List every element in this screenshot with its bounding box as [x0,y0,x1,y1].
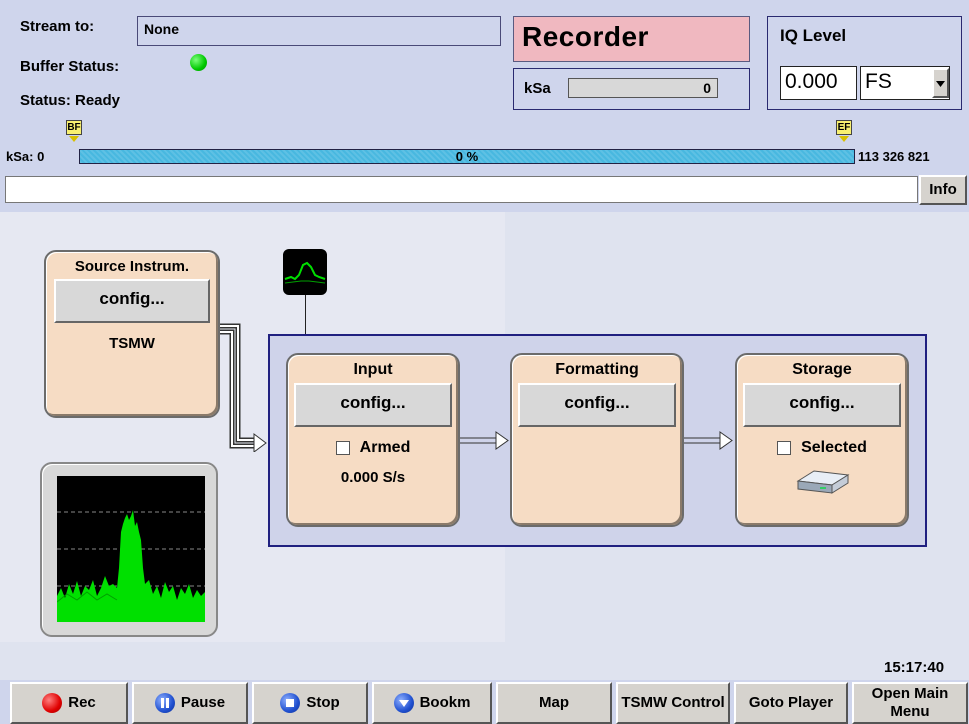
buffer-progress-bar: 0 % [79,149,855,164]
recorder-title: Recorder [513,16,750,62]
info-field[interactable] [5,176,918,203]
status-text: Status: Ready [20,92,121,109]
spectrum-display [56,476,205,622]
mini-monitor-connector [305,295,306,335]
storage-config-button[interactable]: config... [743,383,901,427]
pause-label: Pause [180,694,226,711]
rec-label: Rec [68,694,96,711]
map-button[interactable]: Map [496,682,612,724]
armed-checkbox[interactable] [335,441,350,455]
clock: 15:17:40 [884,659,945,676]
bookm-label: Bookm [419,694,471,711]
selected-checkbox[interactable] [777,441,792,455]
info-button[interactable]: Info [919,175,967,205]
progress-end-label: 113 326 821 [858,149,930,164]
end-marker-pointer-icon [839,136,849,142]
stream-to-label: Stream to: [20,18,95,35]
stream-to-field[interactable]: None [137,16,501,46]
pause-icon [154,693,175,713]
hard-drive-icon [737,467,907,495]
rec-button[interactable]: Rec [10,682,128,724]
formatting-title: Formatting [555,361,639,378]
iq-level-label: IQ Level [780,26,847,45]
stop-icon [280,693,301,713]
formatting-to-storage-arrow-icon [684,431,733,450]
bookmark-button[interactable]: Bookm [372,682,492,724]
iq-level-input[interactable]: 0.000 [780,66,857,100]
storage-block: Storage config... Selected [735,353,909,527]
formatting-config-button[interactable]: config... [518,383,676,427]
source-instrument-block: Source Instrum. config... TSMW [44,250,220,418]
armed-label: Armed [359,439,411,456]
storage-title: Storage [792,361,852,378]
input-block: Input config... Armed 0.000 S/s [286,353,460,527]
input-rate: 0.000 S/s [340,469,406,486]
source-config-button[interactable]: config... [54,279,210,323]
input-title: Input [353,361,393,378]
begin-marker[interactable]: BF [66,120,82,135]
formatting-block: Formatting config... [510,353,684,527]
stop-label: Stop [306,694,340,711]
input-to-formatting-arrow-icon [460,431,509,450]
bookmark-icon [393,693,414,713]
goto-player-button[interactable]: Goto Player [734,682,848,724]
progress-start-label: kSa: 0 [6,149,45,164]
mini-spectrum-icon[interactable] [283,249,327,295]
open-main-menu-button[interactable]: Open Main Menu [852,682,968,724]
source-device-label: TSMW [109,335,155,352]
selected-label: Selected [801,439,867,456]
buffer-status-label: Buffer Status: [20,58,120,75]
source-title: Source Instrum. [74,258,190,275]
pause-button[interactable]: Pause [132,682,248,724]
record-icon [42,693,63,713]
ksa-value: 0 [568,78,718,98]
armed-checkbox-row[interactable]: Armed [288,439,458,457]
begin-marker-pointer-icon [69,136,79,142]
tsmw-control-button[interactable]: TSMW Control [616,682,730,724]
chevron-down-icon[interactable] [932,68,949,98]
buffer-status-led [190,54,207,71]
end-marker[interactable]: EF [836,120,852,135]
ksa-label: kSa [524,80,551,97]
stop-button[interactable]: Stop [252,682,368,724]
input-config-button[interactable]: config... [294,383,452,427]
selected-checkbox-row[interactable]: Selected [737,439,907,457]
